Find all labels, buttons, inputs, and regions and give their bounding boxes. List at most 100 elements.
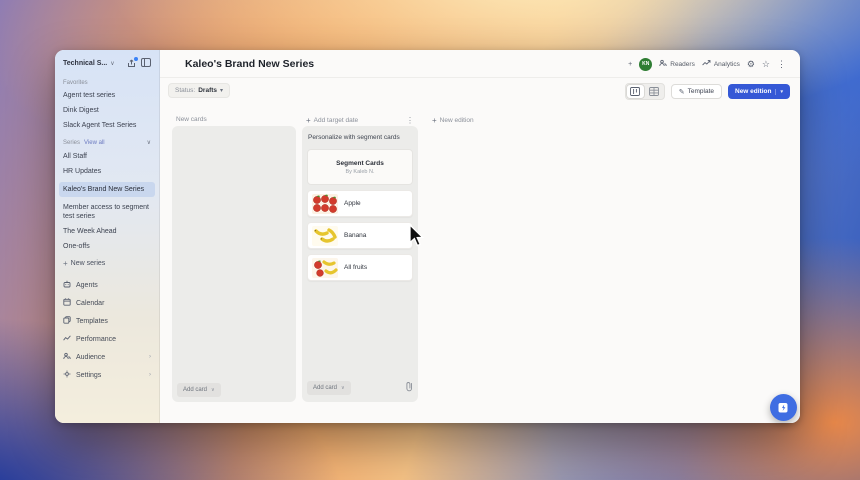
sidebar-item-performance[interactable]: Performance	[63, 334, 151, 344]
nav-label: Audience	[76, 353, 106, 361]
status-label: Status:	[175, 87, 196, 94]
desktop-wallpaper: Technical S... ∨ Favorites Agent test se…	[0, 0, 860, 480]
analytics-label: Analytics	[713, 60, 740, 68]
template-label: Template	[687, 88, 714, 95]
readers-button[interactable]: Readers	[659, 59, 695, 69]
mouse-cursor	[409, 223, 425, 253]
nav-label: Agents	[76, 281, 98, 289]
sidebar: Technical S... ∨ Favorites Agent test se…	[55, 50, 160, 423]
chevron-down-icon: ∨	[211, 387, 215, 393]
column-new-cards: Add card ∨	[172, 126, 296, 402]
sidebar-item-all-staff[interactable]: All Staff	[63, 152, 151, 161]
sidebar-item-agents[interactable]: Agents	[63, 280, 151, 290]
chevron-down-icon[interactable]: ∨	[147, 139, 151, 146]
add-card-label: Add card	[183, 387, 208, 393]
segment-card-banana[interactable]: Banana	[307, 222, 413, 249]
people-icon	[659, 59, 667, 69]
sidebar-item-audience[interactable]: Audience ›	[63, 352, 151, 362]
view-toggle	[624, 83, 665, 100]
apple-thumbnail-image	[312, 193, 338, 214]
chevron-down-icon: ∨	[110, 61, 115, 67]
sidebar-item-agent-test-series[interactable]: Agent test series	[63, 91, 151, 100]
card-label: Banana	[344, 232, 367, 239]
page-header: Kaleo's Brand New Series + KN Readers An…	[160, 50, 800, 78]
card-label: Apple	[344, 200, 361, 207]
chevron-down-icon: ▾	[775, 88, 783, 95]
chevron-right-icon: ›	[149, 354, 151, 360]
toolbar: Status: Drafts ▾ ✎ Template New edition …	[160, 78, 800, 104]
sidebar-item-calendar[interactable]: Calendar	[63, 298, 151, 308]
sidebar-item-hr-updates[interactable]: HR Updates	[63, 167, 151, 176]
sidebar-item-slack-agent-test-series[interactable]: Slack Agent Test Series	[63, 121, 151, 130]
deck-byline: By Kaleb N.	[345, 168, 375, 175]
chevron-down-icon: ▾	[220, 88, 224, 94]
favorite-star-icon[interactable]: ☆	[762, 59, 770, 69]
sidebar-item-templates[interactable]: Templates	[63, 316, 151, 326]
workspace-switcher[interactable]: Technical S... ∨	[63, 57, 151, 69]
column-title: New edition	[439, 117, 474, 124]
sidebar-item-dink-digest[interactable]: Dink Digest	[63, 106, 151, 115]
sidebar-item-kaleos-brand-new-series[interactable]: Kaleo's Brand New Series	[59, 182, 155, 197]
sidebar-toggle-icon[interactable]	[141, 58, 151, 69]
paperclip-icon[interactable]	[405, 379, 413, 397]
nav-label: Settings	[76, 371, 102, 379]
banana-thumbnail-image	[312, 225, 338, 246]
add-target-date-button[interactable]: Add target date	[314, 117, 358, 124]
segment-card-all-fruits[interactable]: All fruits	[307, 254, 413, 281]
sidebar-item-settings[interactable]: Settings ›	[63, 370, 151, 380]
table-view-icon	[649, 87, 660, 96]
more-menu-icon[interactable]: ⋮	[777, 59, 786, 69]
column-drafts: Personalize with segment cards Segment C…	[302, 126, 418, 402]
nav-label: Templates	[76, 317, 108, 325]
new-edition-column-button[interactable]: + New edition	[432, 116, 474, 125]
help-widget-icon	[778, 403, 788, 413]
page-title: Kaleo's Brand New Series	[185, 58, 315, 70]
calendar-icon	[63, 298, 71, 308]
main-content: Kaleo's Brand New Series + KN Readers An…	[160, 50, 800, 423]
plus-icon: +	[306, 116, 311, 125]
add-card-button[interactable]: Add card ∨	[177, 383, 221, 397]
segment-cards-deck[interactable]: Segment Cards By Kaleb N.	[307, 149, 413, 185]
column-more-icon[interactable]: ⋮	[406, 116, 414, 125]
mixed-fruits-thumbnail-image	[312, 257, 338, 278]
trend-chart-icon	[63, 334, 71, 344]
analytics-button[interactable]: Analytics	[702, 59, 740, 69]
segment-card-apple[interactable]: Apple	[307, 190, 413, 217]
sidebar-item-one-offs[interactable]: One-offs	[63, 242, 151, 251]
help-widget-button[interactable]	[770, 394, 797, 421]
card-label: All fruits	[344, 264, 368, 271]
column-header-new-cards: New cards	[176, 116, 207, 123]
template-button[interactable]: ✎ Template	[670, 84, 722, 99]
readers-label: Readers	[670, 60, 695, 68]
nav-label: Performance	[76, 335, 117, 343]
people-icon	[63, 352, 71, 362]
board-view-button[interactable]	[625, 84, 645, 99]
deck-title: Segment Cards	[336, 159, 384, 167]
share-icon[interactable]	[127, 57, 138, 68]
settings-gear-icon[interactable]: ⚙	[747, 59, 755, 69]
table-view-button[interactable]	[645, 84, 664, 99]
nav-label: Calendar	[76, 299, 105, 307]
series-section-label: Series	[63, 139, 81, 146]
plus-icon: +	[432, 116, 437, 125]
sidebar-item-member-access[interactable]: Member access to segment test series	[63, 203, 151, 221]
status-filter[interactable]: Status: Drafts ▾	[168, 83, 231, 98]
invite-plus-button[interactable]: +	[628, 61, 632, 68]
column-header-add-target-date: + Add target date ⋮	[306, 116, 414, 125]
add-card-label: Add card	[313, 385, 338, 391]
new-series-button[interactable]: + New series	[63, 259, 151, 268]
view-all-link[interactable]: View all	[84, 140, 105, 146]
column-title: New cards	[176, 116, 207, 123]
board-view-icon	[630, 87, 641, 96]
gear-icon	[63, 370, 71, 380]
new-edition-button[interactable]: New edition ▾	[728, 84, 790, 99]
pencil-icon: ✎	[678, 88, 685, 96]
new-edition-label: New edition	[735, 88, 772, 95]
plus-icon: +	[63, 259, 68, 268]
add-card-button[interactable]: Add card ∨	[307, 381, 351, 395]
avatar[interactable]: KN	[639, 57, 653, 71]
sidebar-item-week-ahead[interactable]: The Week Ahead	[63, 227, 151, 236]
chevron-down-icon: ∨	[341, 385, 345, 391]
templates-icon	[63, 316, 71, 326]
new-series-label: New series	[70, 260, 106, 267]
